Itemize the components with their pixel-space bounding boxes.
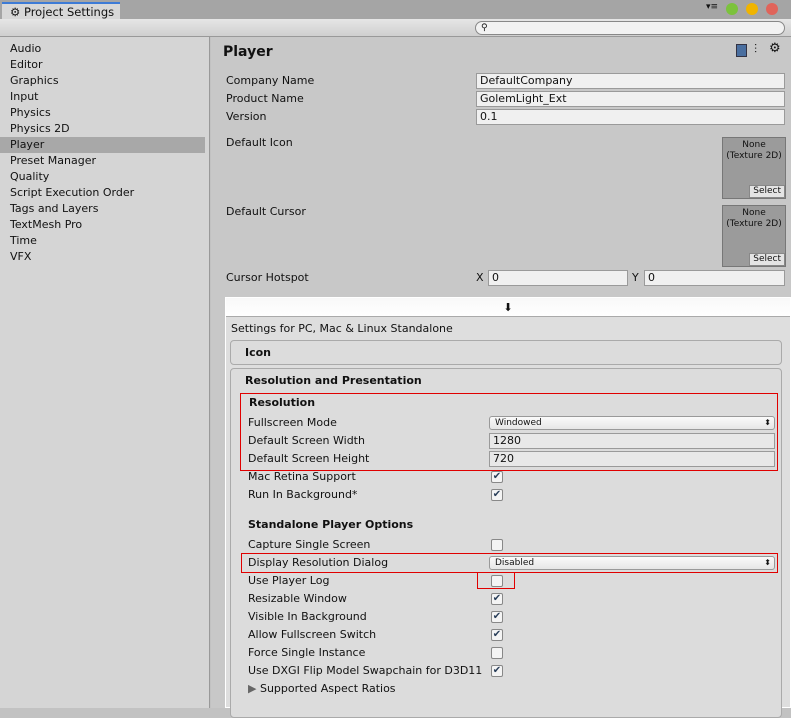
default-cursor-label: Default Cursor [226, 205, 306, 218]
select-cursor-button[interactable]: Select [749, 253, 785, 266]
sidebar-item-vfx[interactable]: VFX [0, 249, 205, 265]
project-settings-tab[interactable]: ⚙ Project Settings [2, 2, 120, 19]
dxgi-flip-checkbox[interactable]: ✔ [491, 665, 503, 677]
screen-height-label: Default Screen Height [248, 452, 370, 465]
allow-fullscreen-switch-label: Allow Fullscreen Switch [248, 628, 377, 641]
toolbar: ⚲ [0, 19, 791, 37]
fullscreen-mode-value: Windowed [495, 418, 542, 428]
screen-width-label: Default Screen Width [248, 434, 365, 447]
sidebar-item-script-execution-order[interactable]: Script Execution Order [0, 185, 205, 201]
title-bar: ⚙ Project Settings ▾≡ [0, 0, 791, 19]
fullscreen-mode-dropdown[interactable]: Windowed ⬍ [489, 416, 775, 430]
select-icon-button[interactable]: Select [749, 185, 785, 198]
use-player-log-label: Use Player Log [248, 574, 330, 587]
dxgi-flip-label: Use DXGI Flip Model Swapchain for D3D11 [248, 664, 483, 677]
sidebar-item-audio[interactable]: Audio [0, 41, 205, 57]
minimize-button[interactable] [746, 3, 758, 15]
use-player-log-checkbox[interactable] [491, 575, 503, 587]
resizable-window-checkbox[interactable]: ✔ [491, 593, 503, 605]
x-label: X [476, 271, 484, 284]
sidebar-item-physics-2d[interactable]: Physics 2D [0, 121, 205, 137]
product-name-label: Product Name [226, 92, 304, 105]
company-name-label: Company Name [226, 74, 315, 87]
display-resolution-dialog-value: Disabled [495, 558, 535, 568]
capture-single-screen-checkbox[interactable] [491, 539, 503, 551]
maximize-button[interactable] [726, 3, 738, 15]
gear-icon: ⚙ [10, 5, 24, 19]
help-book-icon[interactable] [736, 44, 747, 57]
hotspot-x-input[interactable]: 0 [488, 270, 628, 286]
capture-single-screen-label: Capture Single Screen [248, 538, 371, 551]
visible-in-background-checkbox[interactable]: ✔ [491, 611, 503, 623]
sidebar: Audio Editor Graphics Input Physics Phys… [0, 37, 210, 708]
screen-height-input[interactable]: 720 [489, 451, 775, 467]
y-label: Y [632, 271, 639, 284]
company-name-input[interactable]: DefaultCompany [476, 73, 785, 89]
texture-none-text: None [742, 208, 766, 218]
search-icon: ⚲ [481, 23, 488, 33]
default-icon-label: Default Icon [226, 136, 293, 149]
sidebar-item-graphics[interactable]: Graphics [0, 73, 205, 89]
force-single-instance-checkbox[interactable] [491, 647, 503, 659]
icon-section-label: Icon [245, 346, 272, 359]
gear-menu-icon[interactable]: ⚙ [769, 41, 781, 56]
page-title: Player [223, 44, 273, 60]
product-name-input[interactable]: GolemLight_Ext [476, 91, 785, 107]
run-in-background-checkbox[interactable]: ✔ [491, 489, 503, 501]
resizable-window-label: Resizable Window [248, 592, 347, 605]
menu-icon[interactable]: ▾≡ [706, 2, 718, 12]
screen-width-input[interactable]: 1280 [489, 433, 775, 449]
cursor-hotspot-label: Cursor Hotspot [226, 271, 309, 284]
supported-aspect-ratios-label: Supported Aspect Ratios [259, 682, 396, 695]
dropdown-arrow-icon: ⬍ [764, 558, 771, 567]
sidebar-item-time[interactable]: Time [0, 233, 205, 249]
sidebar-item-editor[interactable]: Editor [0, 57, 205, 73]
platform-settings-panel: ⬇ Settings for PC, Mac & Linux Standalon… [225, 297, 791, 718]
sidebar-item-input[interactable]: Input [0, 89, 205, 105]
version-label: Version [226, 110, 267, 123]
run-in-background-label: Run In Background* [248, 488, 358, 501]
close-button[interactable] [766, 3, 778, 15]
default-cursor-slot[interactable]: None (Texture 2D) Select [722, 205, 786, 267]
platform-heading: Settings for PC, Mac & Linux Standalone [231, 322, 453, 335]
icon-foldout[interactable]: Icon [230, 340, 782, 365]
sidebar-item-player[interactable]: Player [0, 137, 205, 153]
standalone-heading: Standalone Player Options [248, 518, 414, 531]
texture-none-text: None [742, 140, 766, 150]
dropdown-arrow-icon: ⬍ [764, 418, 771, 427]
platform-tab-bar[interactable]: ⬇ [226, 298, 790, 317]
default-icon-slot[interactable]: None (Texture 2D) Select [722, 137, 786, 199]
triangle-right-icon: ▶ [248, 682, 260, 695]
sidebar-item-quality[interactable]: Quality [0, 169, 205, 185]
resolution-heading: Resolution [249, 396, 316, 409]
hotspot-y-input[interactable]: 0 [644, 270, 785, 286]
sidebar-item-tags-and-layers[interactable]: Tags and Layers [0, 201, 205, 217]
mac-retina-checkbox[interactable]: ✔ [491, 471, 503, 483]
allow-fullscreen-switch-checkbox[interactable]: ✔ [491, 629, 503, 641]
sidebar-item-physics[interactable]: Physics [0, 105, 205, 121]
texture-type-text: (Texture 2D) [726, 219, 782, 229]
force-single-instance-label: Force Single Instance [248, 646, 366, 659]
display-resolution-dialog-dropdown[interactable]: Disabled ⬍ [489, 556, 775, 570]
resolution-section-label[interactable]: Resolution and Presentation [245, 373, 422, 389]
display-resolution-dialog-label: Display Resolution Dialog [248, 556, 389, 569]
mac-retina-label: Mac Retina Support [248, 470, 356, 483]
download-arrow-icon: ⬇ [503, 301, 513, 314]
visible-in-background-label: Visible In Background [248, 610, 367, 623]
texture-type-text: (Texture 2D) [726, 151, 782, 161]
version-input[interactable]: 0.1 [476, 109, 785, 125]
sidebar-item-textmesh-pro[interactable]: TextMesh Pro [0, 217, 205, 233]
supported-aspect-ratios-foldout[interactable]: ▶ Supported Aspect Ratios [248, 681, 396, 697]
sidebar-item-preset-manager[interactable]: Preset Manager [0, 153, 205, 169]
preset-icon[interactable]: ⫶ [754, 42, 757, 57]
fullscreen-mode-label: Fullscreen Mode [248, 416, 337, 429]
search-input[interactable]: ⚲ [475, 21, 785, 35]
